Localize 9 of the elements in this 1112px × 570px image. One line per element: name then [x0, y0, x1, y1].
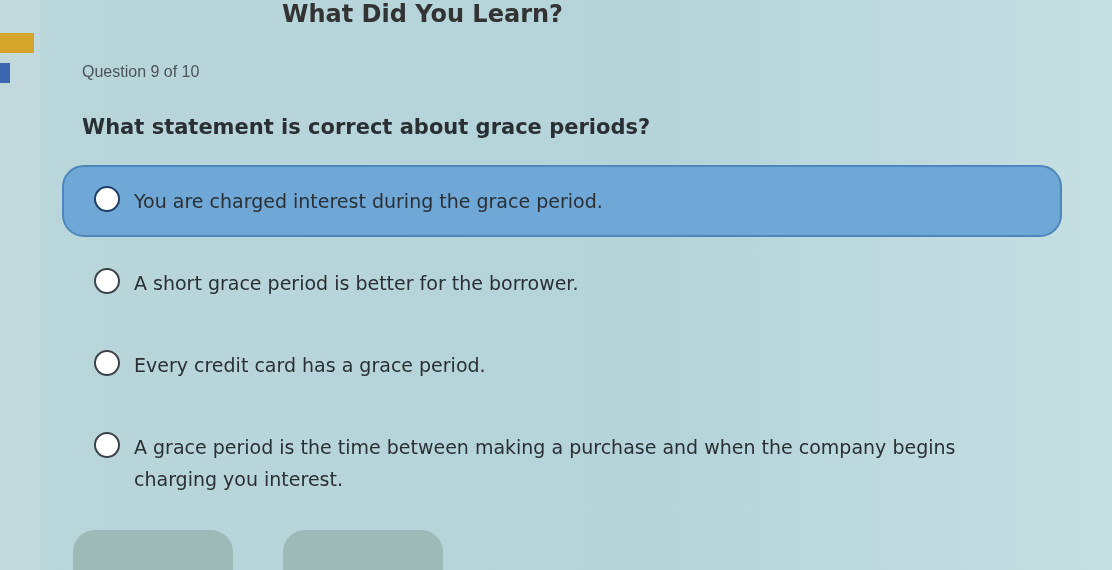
sidebar-tab[interactable] — [0, 63, 10, 83]
answer-option[interactable]: Every credit card has a grace period. — [62, 329, 1062, 401]
answer-option[interactable]: A grace period is the time between making a purchase and when the company begins charging you interest. — [62, 411, 1062, 515]
question-counter: Question 9 of 10 — [81, 63, 201, 81]
page-title: What Did You Learn? — [281, 0, 564, 28]
answer-option[interactable]: A short grace period is better for the borrower. — [62, 247, 1062, 319]
question-text: What statement is correct about grace periods? — [81, 115, 652, 139]
sidebar-tab[interactable] — [0, 33, 34, 53]
answer-option[interactable]: You are charged interest during the grace period. — [62, 165, 1062, 237]
